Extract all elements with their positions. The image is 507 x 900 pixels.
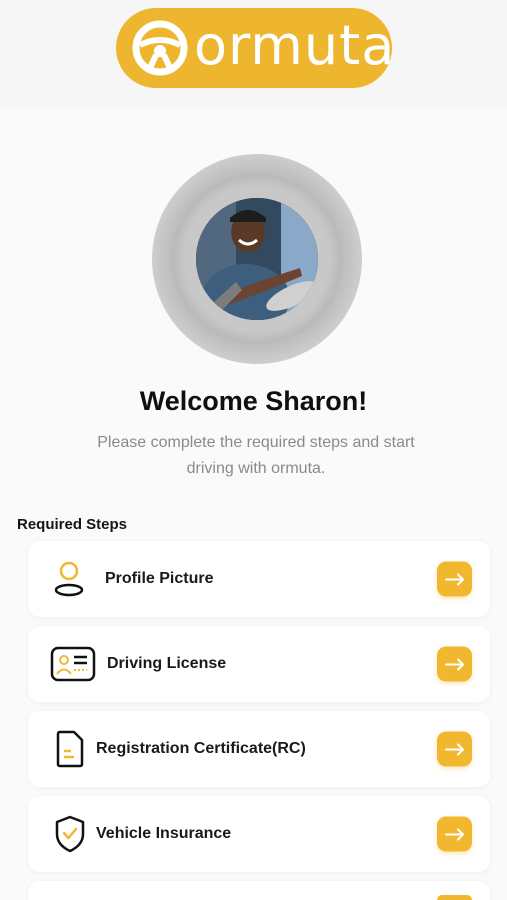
- welcome-subtitle: Please complete the required steps and s…: [97, 434, 415, 477]
- arrow-right-icon: [444, 828, 464, 840]
- step-arrow-button[interactable]: [437, 646, 472, 682]
- ormuta-logo: ormuta: [116, 8, 396, 88]
- arrow-right-icon: [444, 573, 464, 585]
- shield-check-icon: [55, 815, 85, 853]
- step-label: Driving License: [107, 655, 227, 672]
- document-icon: [56, 730, 84, 768]
- step-arrow-button[interactable]: [437, 561, 472, 597]
- step-vehicle-insurance[interactable]: Vehicle Insurance: [28, 796, 490, 872]
- step-driving-license[interactable]: Driving License: [28, 626, 490, 702]
- person-icon: [54, 561, 84, 597]
- step-label: Profile Picture: [105, 570, 214, 587]
- step-registration-certificate[interactable]: Registration Certificate(RC): [28, 711, 490, 787]
- step-arrow-button[interactable]: [437, 731, 472, 767]
- step-label: Registration Certificate(RC): [96, 740, 306, 757]
- required-steps-heading: Required Steps: [17, 516, 128, 533]
- steering-wheel-icon: [132, 20, 188, 76]
- avatar: [196, 198, 318, 320]
- brand-name: ormuta: [194, 14, 396, 77]
- step-profile-picture[interactable]: Profile Picture: [28, 541, 490, 617]
- step-label: Vehicle Insurance: [96, 825, 232, 842]
- arrow-right-icon: [444, 743, 464, 755]
- driver-photo: [196, 198, 318, 320]
- arrow-right-icon: [444, 658, 464, 670]
- step-card-partial[interactable]: [28, 881, 490, 900]
- app-header: ormuta: [0, 0, 507, 108]
- welcome-title: Welcome Sharon!: [139, 386, 368, 416]
- avatar-frame[interactable]: [152, 154, 362, 364]
- id-card-icon: [50, 646, 96, 682]
- step-arrow-button[interactable]: [437, 895, 472, 900]
- step-arrow-button[interactable]: [437, 816, 472, 852]
